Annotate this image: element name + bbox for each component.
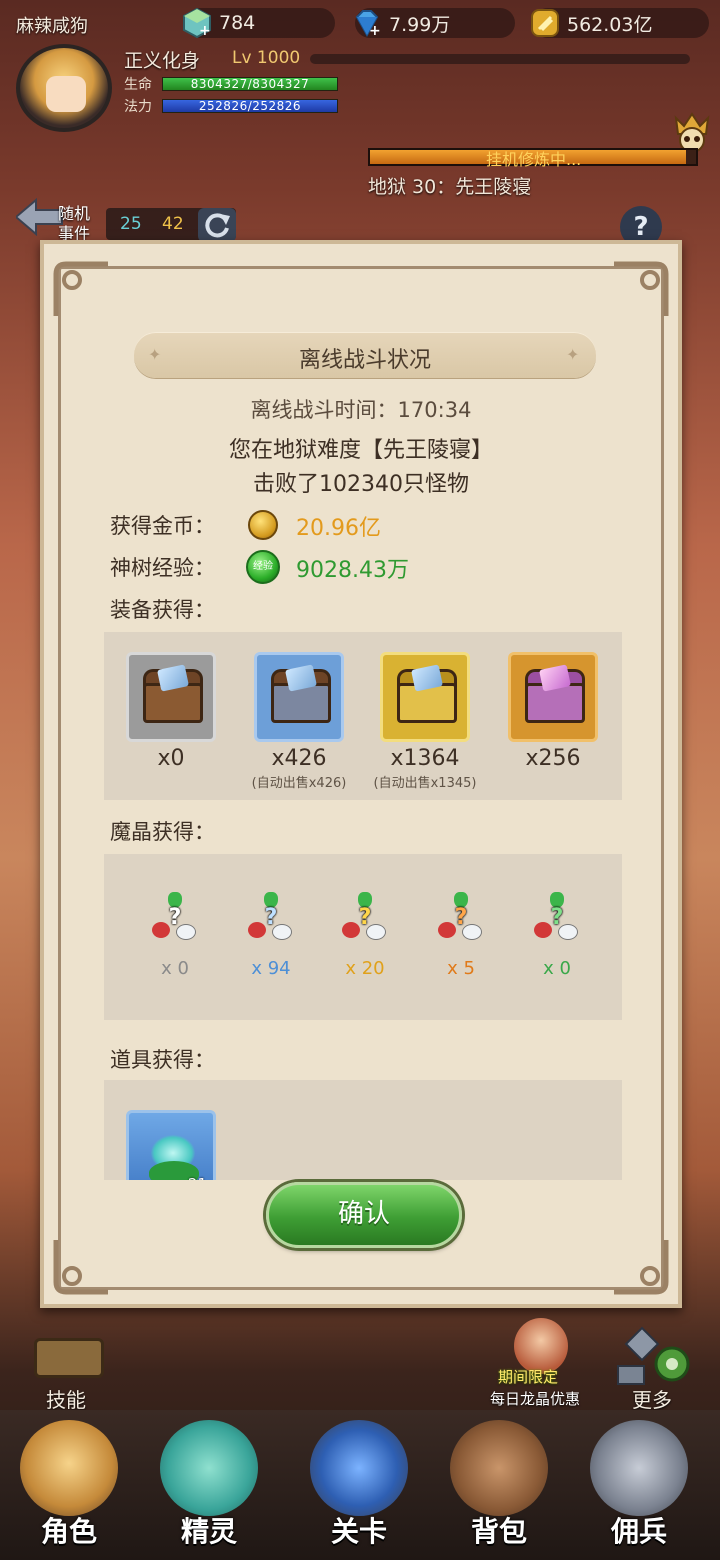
diamond-amount: 7.99万: [389, 13, 451, 36]
flourish-icon: ✦: [566, 345, 580, 364]
crystal-orange-icon[interactable]: ?: [436, 892, 486, 944]
svg-text:+: +: [199, 23, 211, 39]
nav-merc[interactable]: 佣兵: [572, 1410, 706, 1560]
tree-exp-icon: 经验: [246, 550, 280, 584]
chest-gold-count: x1364: [390, 746, 460, 771]
magic-crystal-rewards: ? x 0 ? x 94 ? x 20 ? x 5 ? x 0: [104, 854, 622, 1020]
crystal-currency[interactable]: + 784: [183, 7, 335, 39]
corner-ornament-icon: [53, 261, 108, 316]
nav-spirit-label: 精灵: [180, 1515, 237, 1548]
nav-merc-label: 佣兵: [610, 1515, 667, 1548]
battle-summary: 您在地狱难度【先王陵寝】 击败了102340只怪物: [44, 434, 678, 502]
magic-crystal-label: 魔晶获得：: [110, 820, 215, 844]
item-count: 21: [188, 1175, 207, 1180]
level-exp-bar: [310, 54, 690, 64]
random-event-label: 随机事件: [58, 204, 91, 243]
hero-portrait-icon: [20, 1420, 118, 1516]
nav-bag-label: 背包: [470, 1515, 527, 1548]
nav-stage-label: 关卡: [330, 1515, 387, 1548]
gold-coin-icon: [531, 9, 559, 37]
dialog-title: 离线战斗状况: [298, 348, 431, 373]
chest-orange-count: x256: [525, 746, 581, 771]
crystal-blue-icon[interactable]: ?: [246, 892, 296, 944]
promo-title: 期间限定: [498, 1368, 559, 1386]
crystal-green-count: x 0: [543, 958, 571, 979]
mp-label: 法力: [124, 99, 152, 115]
nav-spirit[interactable]: 精灵: [142, 1410, 276, 1560]
hero-avatar[interactable]: [16, 44, 112, 132]
gold-reward-value: 20.96亿: [296, 516, 381, 541]
mp-bar: 252826/252826: [162, 99, 338, 113]
confirm-button[interactable]: 确认: [266, 1182, 462, 1248]
chest-gray-count: x0: [157, 746, 185, 771]
chest-gold-icon[interactable]: [380, 652, 470, 742]
nav-stage[interactable]: 关卡: [292, 1410, 426, 1560]
crystal-gray-count: x 0: [161, 958, 189, 979]
slime-spirit-icon: [160, 1420, 258, 1516]
spirit-flame-item-icon[interactable]: 21: [126, 1110, 216, 1180]
more-icon[interactable]: [612, 1326, 694, 1388]
summary-difficulty: 您在地狱难度【先王陵寝】: [228, 438, 493, 463]
top-status-bar: 麻辣咸狗 + 784 + 7.99万 562.03亿: [0, 0, 720, 46]
hero-name: 正义化身: [124, 50, 201, 72]
dialog-title-plate: ✦ 离线战斗状况 ✦: [134, 332, 596, 378]
chest-blue-icon[interactable]: [254, 652, 344, 742]
summary-kills: 击败了102340只怪物: [253, 472, 469, 497]
idle-status-text: 挂机修炼中...: [486, 150, 582, 169]
gold-amount: 562.03亿: [567, 13, 653, 36]
skill-label: 技能: [46, 1388, 86, 1412]
gold-coin-icon: [248, 510, 278, 540]
crystal-yellow-icon[interactable]: ?: [340, 892, 390, 944]
equip-label: 装备获得：: [110, 598, 215, 622]
hp-bar: 8304327/8304327: [162, 77, 338, 91]
offline-time: 离线战斗时间：170:34: [250, 398, 472, 422]
event-count-b: 42: [162, 214, 184, 234]
refresh-icon[interactable]: [198, 208, 236, 242]
nav-bag[interactable]: 背包: [432, 1410, 566, 1560]
knight-helmet-icon: [590, 1420, 688, 1516]
crystal-gray-icon[interactable]: ?: [150, 892, 200, 944]
promo-subtitle: 每日龙晶优惠: [490, 1390, 581, 1408]
crystal-orange-count: x 5: [447, 958, 475, 979]
chest-orange-icon[interactable]: [508, 652, 598, 742]
crystal-amount: 784: [219, 12, 256, 34]
equipment-rewards: x0 x426 (自动出售x426) x1364 (自动出售x1345) x25…: [104, 632, 622, 800]
stage-progress-bar: 挂机修炼中...: [368, 148, 698, 169]
hero-level: Lv 1000: [232, 48, 301, 68]
bottom-nav: 角色 精灵 关卡 背包 佣兵: [0, 1410, 720, 1560]
gold-currency[interactable]: 562.03亿: [531, 8, 709, 38]
backpack-icon: [450, 1420, 548, 1516]
chest-blue-autosell: (自动出售x426): [251, 776, 347, 791]
crystal-blue-count: x 94: [251, 958, 291, 979]
offline-battle-dialog: ✦ 离线战斗状况 ✦ 离线战斗时间：170:34 您在地狱难度【先王陵寝】 击败…: [40, 240, 682, 1308]
corner-ornament-icon: [614, 1240, 669, 1295]
crystal-green-icon[interactable]: ?: [532, 892, 582, 944]
gold-reward-label: 获得金币：: [110, 514, 215, 538]
more-label: 更多: [632, 1388, 672, 1412]
nav-role[interactable]: 角色: [2, 1410, 136, 1560]
xp-reward-value: 9028.43万: [296, 558, 409, 583]
chest-blue-count: x426: [271, 746, 327, 771]
item-rewards: 21: [104, 1080, 622, 1180]
xp-reward-label: 神树经验：: [110, 556, 215, 580]
crossed-swords-icon: [310, 1420, 408, 1516]
corner-ornament-icon: [614, 261, 669, 316]
skill-book-icon: [34, 1338, 104, 1378]
corner-ornament-icon: [53, 1240, 108, 1295]
magic-crystal-icon: +: [183, 7, 211, 39]
event-count-a: 25: [120, 214, 142, 234]
svg-text:+: +: [369, 23, 381, 39]
diamond-currency[interactable]: + 7.99万: [355, 8, 515, 39]
stage-name: 地狱 30：先王陵寝: [368, 176, 532, 198]
username: 麻辣咸狗: [16, 16, 88, 37]
chest-gold-autosell: (自动出售x1345): [373, 776, 477, 791]
chest-gray-icon[interactable]: [126, 652, 216, 742]
nav-role-label: 角色: [40, 1515, 97, 1548]
item-label: 道具获得：: [110, 1048, 215, 1072]
back-arrow-icon: [16, 198, 63, 236]
hp-label: 生命: [124, 77, 152, 93]
diamond-icon: +: [355, 10, 381, 39]
crystal-yellow-count: x 20: [345, 958, 385, 979]
